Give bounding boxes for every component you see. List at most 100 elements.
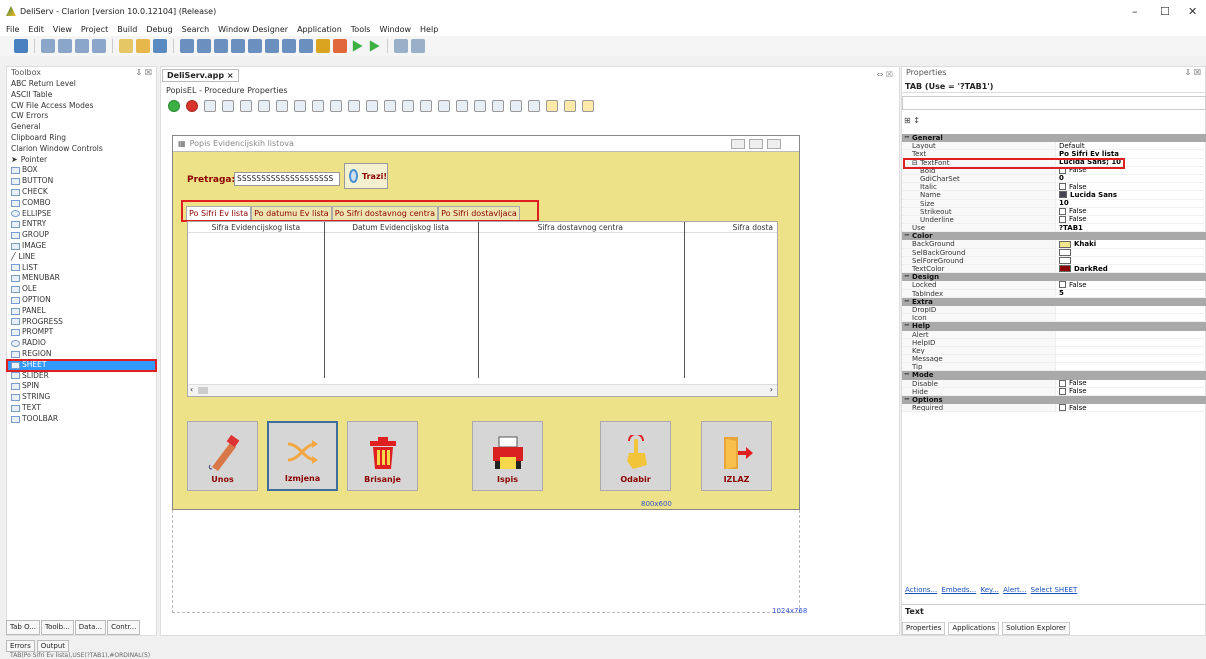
open-solution-icon[interactable] [75, 39, 89, 53]
toolbox-item-sheet[interactable]: SHEET [6, 358, 157, 372]
toolbox-item-option[interactable]: OPTION [7, 295, 156, 306]
column-header[interactable]: Sifra Evidencijskog lista [188, 222, 324, 232]
menu-help[interactable]: Help [420, 25, 438, 34]
property-value[interactable] [1055, 346, 1206, 355]
property-row[interactable]: Alert [902, 330, 1206, 339]
property-row[interactable]: HelpID [902, 338, 1206, 347]
toolbox-section[interactable]: CW Errors [7, 111, 156, 122]
document-tab[interactable]: DeliServ.app × [162, 69, 239, 82]
checkbox-icon[interactable] [1059, 183, 1066, 191]
toolbox-item-text[interactable]: TEXT [7, 403, 156, 414]
toolbox-item-image[interactable]: IMAGE [7, 241, 156, 252]
start-icon[interactable] [369, 40, 380, 52]
property-row[interactable]: Icon [902, 314, 1206, 323]
select-sheet-link[interactable]: Select SHEET [1031, 586, 1078, 594]
checkbox-icon[interactable] [1059, 404, 1066, 412]
property-value[interactable]: Po Sifri Ev lista [1055, 150, 1206, 158]
property-row[interactable]: Locked False [902, 281, 1206, 290]
property-row[interactable]: Strikeout False [902, 207, 1206, 216]
property-value[interactable] [1055, 256, 1206, 264]
property-value[interactable]: Default [1055, 142, 1206, 150]
toolbox-section[interactable]: Clarion Window Controls [7, 144, 156, 155]
property-row[interactable]: SelBackGround [902, 248, 1206, 257]
toolbox-item-group[interactable]: GROUP [7, 230, 156, 241]
toolbox-section[interactable]: General [7, 122, 156, 133]
property-row[interactable]: Name Lucida Sans [902, 191, 1206, 200]
toolbox-section[interactable]: ASCII Table [7, 90, 156, 101]
toolbox-section[interactable]: Clipboard Ring [7, 133, 156, 144]
align-left-icon[interactable] [222, 100, 234, 112]
property-row[interactable]: TabIndex 5 [902, 289, 1206, 298]
property-value[interactable]: False [1055, 404, 1206, 412]
menu-application[interactable]: Application [297, 25, 342, 34]
column-header[interactable]: Sifra dostavnog centra [478, 222, 684, 232]
navigate-forward-icon[interactable] [411, 39, 425, 53]
save-all-icon[interactable] [180, 39, 194, 53]
toolbox-pin-icon[interactable]: ⇩ ☒ [136, 68, 152, 78]
tab-order-tab[interactable]: Tab O... [6, 620, 40, 635]
alert-link[interactable]: Alert... [1003, 586, 1026, 594]
guides-icon[interactable] [564, 100, 576, 112]
preview-icon[interactable] [204, 100, 216, 112]
properties-icon[interactable] [214, 39, 228, 53]
properties-pin-icon[interactable]: ⇩ ☒ [1185, 68, 1201, 78]
property-combo[interactable] [902, 96, 1206, 110]
menu-debug[interactable]: Debug [146, 25, 172, 34]
unos-button[interactable]: Unos [187, 421, 258, 491]
property-category[interactable]: Color [902, 231, 1206, 241]
menu-project[interactable]: Project [81, 25, 108, 34]
scroll-left-icon[interactable]: ‹ [190, 385, 193, 394]
property-category[interactable]: General [902, 133, 1206, 143]
grid-icon[interactable] [438, 100, 450, 112]
brisanje-button[interactable]: Brisanje [347, 421, 418, 491]
toolbox-item-slider[interactable]: SLIDER [7, 371, 156, 382]
property-value[interactable]: False [1055, 379, 1206, 387]
controls-tab[interactable]: Contr... [107, 620, 141, 635]
tab-po-sifri-dostavnog-centra[interactable]: Po Sifri dostavnog centra [331, 206, 439, 220]
checkbox-icon[interactable] [1059, 215, 1066, 223]
property-value[interactable] [1055, 305, 1206, 314]
run-project-icon[interactable] [333, 39, 347, 53]
align-center-icon[interactable] [294, 100, 306, 112]
menu-search[interactable]: Search [182, 25, 209, 34]
new-app-icon[interactable] [14, 39, 28, 53]
property-row[interactable]: Required False [902, 404, 1206, 413]
property-value[interactable]: False [1055, 207, 1206, 215]
actions-link[interactable]: Actions... [905, 586, 937, 594]
property-row[interactable]: SelForeGround [902, 256, 1206, 265]
checkbox-icon[interactable] [1059, 207, 1066, 215]
ok-icon[interactable] [168, 100, 180, 112]
property-category[interactable]: Mode [902, 370, 1206, 380]
toolbox-item-line[interactable]: ╱ LINE [7, 252, 156, 263]
toolbox-item-combo[interactable]: COMBO [7, 198, 156, 209]
key-link[interactable]: Key... [980, 586, 998, 594]
snap-icon[interactable] [456, 100, 468, 112]
property-value[interactable] [1055, 338, 1206, 346]
minimize-button[interactable]: – [1132, 5, 1138, 18]
toolbox-item-check[interactable]: CHECK [7, 187, 156, 198]
property-category[interactable]: Help [902, 321, 1206, 331]
property-row[interactable]: DropID [902, 305, 1206, 315]
center-vertical-icon[interactable] [420, 100, 432, 112]
column-header[interactable]: Sifra dosta [683, 222, 777, 232]
toolbox-item-panel[interactable]: PANEL [7, 306, 156, 317]
navigate-back-icon[interactable] [394, 39, 408, 53]
property-value[interactable]: False [1055, 387, 1206, 395]
column-header[interactable]: Datum Evidencijskog lista [324, 222, 478, 232]
ispis-button[interactable]: Ispis [472, 421, 543, 491]
property-category[interactable]: Options [902, 395, 1206, 405]
menu-tools[interactable]: Tools [351, 25, 371, 34]
toolbox-section[interactable]: ABC Return Level [7, 79, 156, 90]
property-category[interactable]: Extra [902, 297, 1206, 306]
property-value[interactable] [1055, 355, 1206, 363]
toolbox-item-ole[interactable]: OLE [7, 284, 156, 295]
property-row[interactable]: Italic False [902, 183, 1206, 192]
align-right-icon[interactable] [240, 100, 252, 112]
property-row[interactable]: Layout Default [902, 142, 1206, 151]
tab-po-datumu-ev-lista[interactable]: Po datumu Ev lista [251, 206, 332, 220]
property-category[interactable]: Design [902, 272, 1206, 282]
property-value[interactable]: 10 [1055, 199, 1206, 207]
property-row[interactable]: GdiCharSet 0 [902, 174, 1206, 184]
build-icon[interactable] [265, 39, 279, 53]
horizontal-scrollbar[interactable]: ‹ › [188, 384, 777, 396]
